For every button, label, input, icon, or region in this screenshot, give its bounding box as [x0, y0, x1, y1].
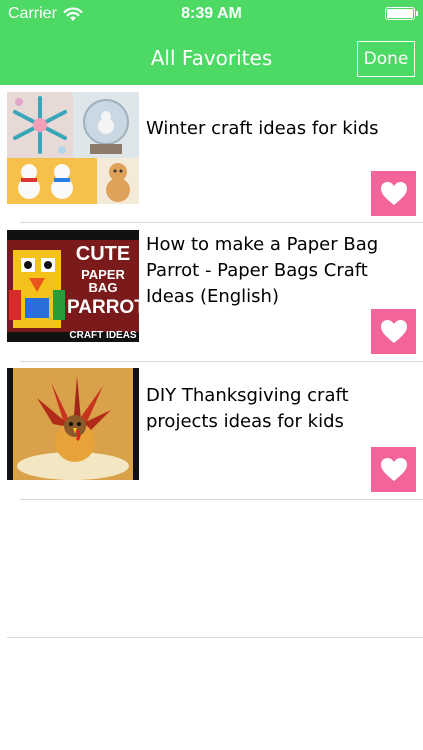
- unfavorite-button[interactable]: [371, 309, 416, 354]
- thumbnail-paper-bag-parrot: CUTE PAPER BAG PARROT CRAFT IDEAS: [7, 230, 139, 342]
- list-end-separator: [7, 637, 423, 638]
- row-separator: [20, 499, 423, 500]
- thumbnail-text: CRAFT IDEAS: [69, 330, 137, 341]
- thumbnail-thanksgiving-crafts: [7, 368, 139, 480]
- battery-icon: [385, 7, 418, 20]
- nav-header: Carrier 8:39 AM All Favorites Done: [0, 0, 423, 85]
- thumbnail-text: PAPER BAG: [81, 267, 125, 295]
- status-time: 8:39 AM: [181, 5, 242, 22]
- favorite-title[interactable]: Winter craft ideas for kids: [146, 116, 421, 142]
- unfavorite-button[interactable]: [371, 447, 416, 492]
- unfavorite-button[interactable]: [371, 171, 416, 216]
- thumbnail-text: PARROT: [67, 297, 139, 318]
- thumbnail-text: CUTE: [75, 243, 131, 265]
- favorite-row[interactable]: CUTE PAPER BAG PARROT CRAFT IDEAS How to…: [0, 224, 423, 363]
- heart-icon: [380, 181, 407, 205]
- row-separator: [20, 222, 423, 223]
- heart-icon: [380, 457, 407, 481]
- thumbnail-winter-crafts: [7, 92, 139, 204]
- status-bar: Carrier 8:39 AM: [0, 0, 423, 28]
- favorite-row[interactable]: DIY Thanksgiving craft projects ideas fo…: [0, 362, 423, 501]
- done-button[interactable]: Done: [357, 41, 415, 77]
- favorite-row[interactable]: Winter craft ideas for kids: [0, 86, 423, 225]
- heart-icon: [380, 319, 407, 343]
- favorite-title[interactable]: How to make a Paper Bag Parrot - Paper B…: [146, 232, 421, 310]
- favorite-title[interactable]: DIY Thanksgiving craft projects ideas fo…: [146, 383, 421, 435]
